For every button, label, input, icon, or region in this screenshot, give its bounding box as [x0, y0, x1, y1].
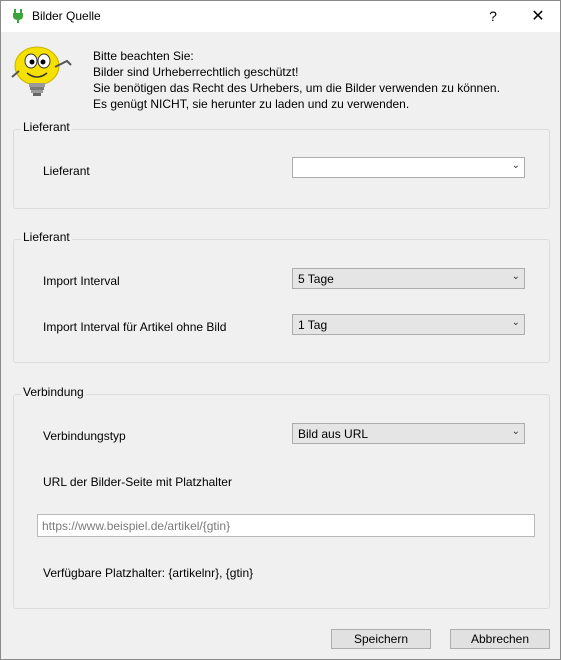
window-title: Bilder Quelle — [32, 9, 101, 23]
url-label: URL der Bilder-Seite mit Platzhalter — [43, 475, 232, 489]
lightbulb-mascot-icon — [11, 46, 72, 96]
import-interval-noimage-select[interactable]: 1 Tag ⌄ — [292, 314, 525, 335]
supplier-group: Lieferant Lieferant ⌄ — [13, 120, 550, 209]
close-button[interactable]: ✕ — [516, 1, 560, 32]
import-interval-label: Import Interval — [43, 274, 120, 288]
url-field[interactable] — [37, 514, 535, 537]
green-plug-icon — [13, 9, 23, 23]
copyright-notice: Bitte beachten Sie: Bilder sind Urheberr… — [93, 48, 500, 112]
connection-type-value: Bild aus URL — [298, 427, 369, 441]
connection-type-label: Verbindungstyp — [43, 429, 126, 443]
connection-group-legend: Verbindung — [21, 385, 86, 399]
help-button[interactable]: ? — [475, 1, 511, 32]
import-interval-noimage-label: Import Interval für Artikel ohne Bild — [43, 320, 227, 334]
chevron-down-icon: ⌄ — [511, 317, 520, 328]
import-interval-value: 5 Tage — [298, 272, 334, 286]
save-button[interactable]: Speichern — [331, 629, 431, 649]
import-group-legend: Lieferant — [21, 230, 72, 244]
import-interval-select[interactable]: 5 Tage ⌄ — [292, 268, 525, 289]
chevron-down-icon: ⌄ — [511, 160, 520, 171]
dialog-window: Bilder Quelle ? ✕ Bitte beachten Sie: Bi… — [0, 0, 561, 660]
connection-type-select[interactable]: Bild aus URL ⌄ — [292, 423, 525, 444]
url-input[interactable] — [38, 515, 534, 536]
cancel-button[interactable]: Abbrechen — [450, 629, 550, 649]
supplier-label: Lieferant — [43, 164, 90, 178]
import-interval-noimage-value: 1 Tag — [298, 318, 328, 332]
chevron-down-icon: ⌄ — [511, 271, 520, 282]
supplier-group-legend: Lieferant — [21, 120, 72, 134]
notice-line-3: Sie benötigen das Recht des Urhebers, um… — [93, 81, 500, 95]
available-placeholders-text: Verfügbare Platzhalter: {artikelnr}, {gt… — [43, 566, 254, 580]
supplier-select[interactable]: ⌄ — [292, 157, 525, 178]
notice-line-4: Es genügt NICHT, sie herunter zu laden u… — [93, 97, 410, 111]
notice-line-2: Bilder sind Urheberrechtlich geschützt! — [93, 65, 299, 79]
title-bar[interactable]: Bilder Quelle ? ✕ — [1, 1, 560, 32]
notice-line-1: Bitte beachten Sie: — [93, 49, 194, 63]
import-group: Lieferant Import Interval 5 Tage ⌄ Impor… — [13, 230, 550, 363]
chevron-down-icon: ⌄ — [511, 426, 520, 437]
connection-group: Verbindung Verbindungstyp Bild aus URL ⌄… — [13, 385, 550, 609]
